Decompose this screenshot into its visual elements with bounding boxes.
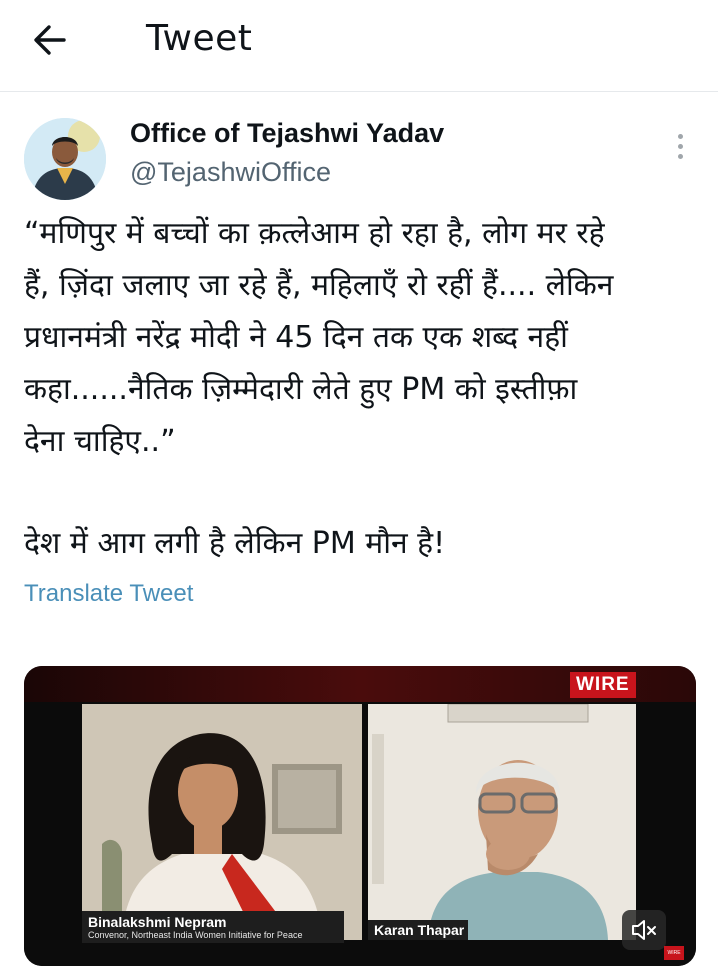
host-frame-image [368,704,636,940]
mute-toggle-button[interactable] [622,910,666,950]
more-vertical-icon [668,134,692,159]
guest-title: Convenor, Northeast India Women Initiati… [88,930,303,940]
host-video-panel [368,704,636,940]
guest-name-tag: Binalakshmi Nepram Convenor, Northeast I… [82,911,344,943]
tweet-text-closing: देश में आग लगी है लेकिन PM मौन है! [24,526,446,561]
author-name[interactable]: Office of Tejashwi Yadav [130,118,444,149]
more-options-button[interactable] [668,134,692,168]
video-player[interactable]: WIRE Binalakshmi Nepram Convenor, Northe… [24,666,696,966]
guest-video-panel [82,704,362,940]
back-button[interactable] [30,20,82,60]
arrow-left-icon [34,25,66,55]
translate-tweet-link[interactable]: Translate Tweet [24,580,193,608]
top-app-bar: Tweet [0,0,718,92]
guest-frame-image [82,704,362,940]
tweet-text: “मणिपुर में बच्चों का क़त्लेआम हो रहा है… [24,208,696,468]
tweet-text-line: हैं, ज़िंदा जलाए जा रहे हैं, महिलाएँ रो … [24,268,614,303]
speaker-muted-icon [632,920,656,940]
author-handle[interactable]: @TejashwiOffice [130,157,331,188]
tweet-text-line: देना चाहिए..” [24,424,176,459]
tweet-text-line: कहा......नैतिक ज़िम्मेदारी लेते हुए PM क… [24,372,578,407]
avatar[interactable] [24,118,106,200]
corner-wire-logo: WIRE [664,946,684,960]
wire-logo: WIRE [570,672,636,698]
host-name-tag: Karan Thapar [368,920,468,940]
tweet-text-line: “मणिपुर में बच्चों का क़त्लेआम हो रहा है… [24,216,605,251]
tweet-text-line: प्रधानमंत्री नरेंद्र मोदी ने 45 दिन तक ए… [24,320,568,355]
guest-name: Binalakshmi Nepram [88,914,227,930]
video-bottom-band [24,940,696,966]
profile-photo [24,118,106,200]
page-title: Tweet [146,18,253,59]
